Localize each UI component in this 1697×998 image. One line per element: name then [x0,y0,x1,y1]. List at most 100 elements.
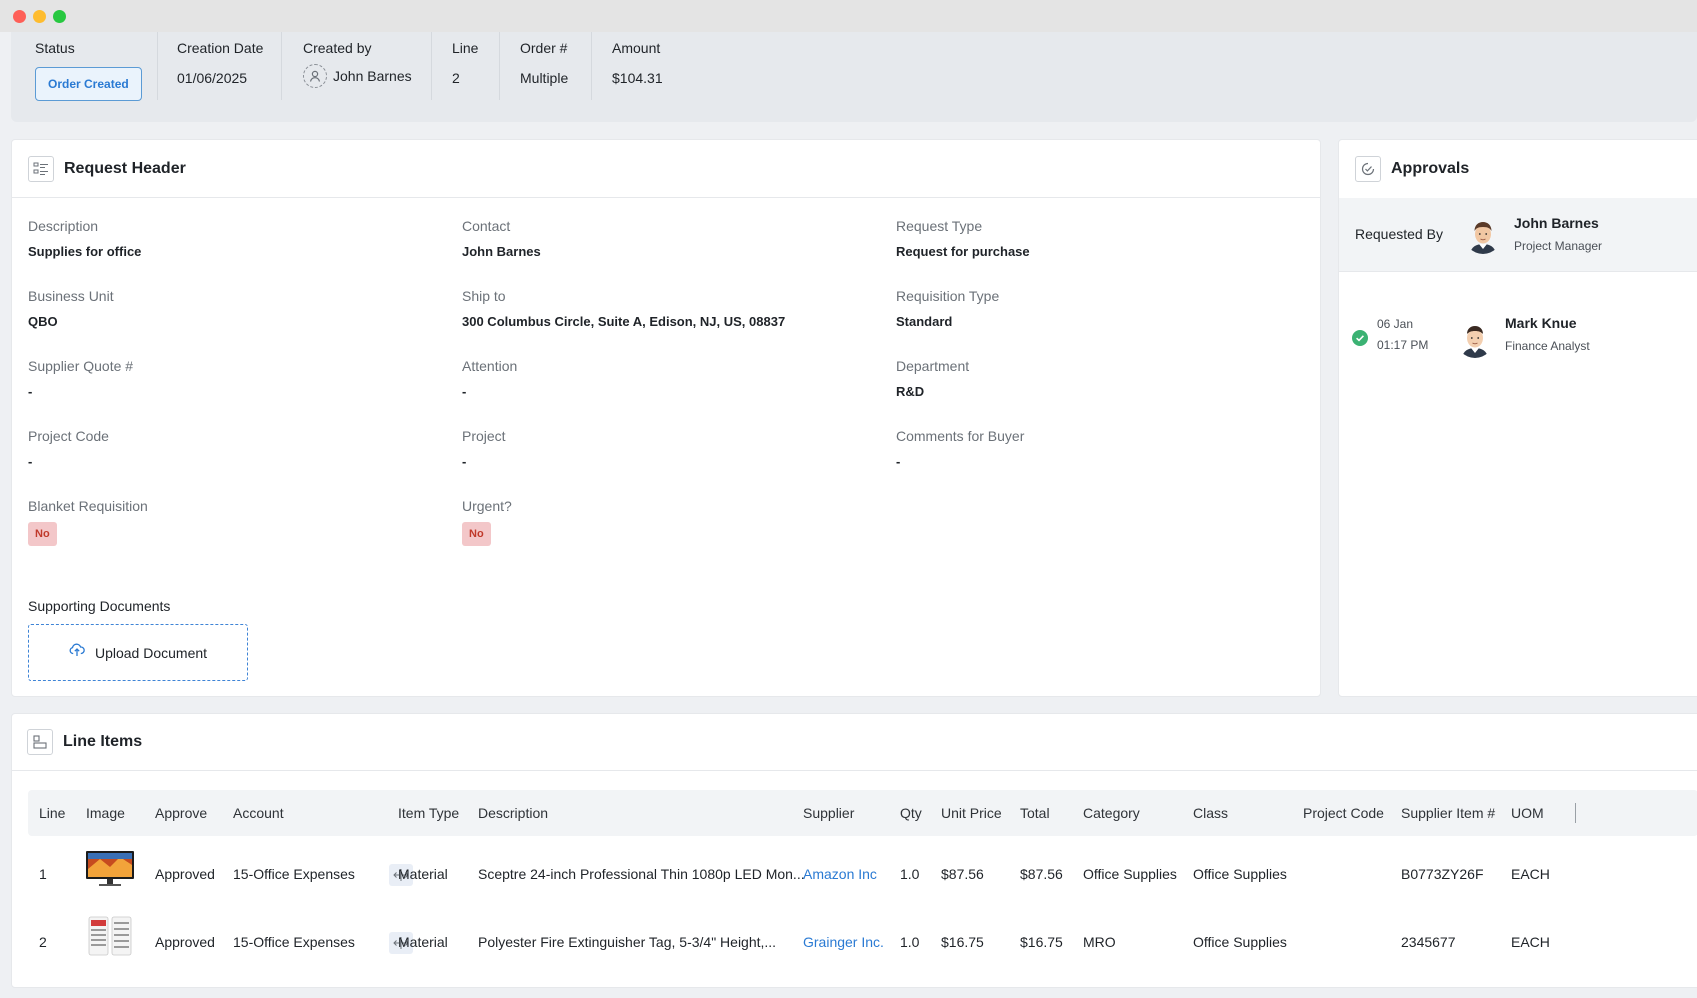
cell-approve: Approved [155,866,215,882]
requester-name: John Barnes [1514,215,1599,231]
project-value: - [462,454,467,469]
description-value: Supplies for office [28,244,142,259]
cell-uom: EACH [1511,866,1550,882]
line-items-table: Line Image Approve Account Item Type Des… [28,790,1697,976]
attention-value: - [462,384,467,399]
created-by-label: Created by [303,40,372,56]
approver-name: Mark Knue [1505,315,1577,331]
col-approve: Approve [155,805,208,821]
cell-unit-price: $16.75 [941,934,984,950]
project-code-label: Project Code [28,428,109,444]
close-window-button[interactable] [13,10,26,23]
cell-account: 15-Office Expenses [233,934,355,950]
comments-buyer-value: - [896,454,901,469]
supplier-quote-value: - [28,384,33,399]
creation-date-label: Creation Date [177,40,264,56]
line-label: Line [452,40,479,56]
cell-item-type: Material [398,866,448,882]
summary-status: Status Order Created [35,32,142,101]
approval-date: 06 Jan [1377,317,1414,331]
product-image-monitor[interactable] [84,849,136,889]
requested-by-label: Requested By [1355,226,1443,242]
col-line: Line [39,805,66,821]
summary-amount: Amount $104.31 [591,32,663,100]
attention-field: Attention - [462,358,517,399]
ship-to-label: Ship to [462,288,506,304]
approver-row: 06 Jan 01:17 PM Mark Knue Finance Analys… [1339,315,1697,375]
request-header-card: Request Header Description Supplies for … [11,139,1321,697]
cell-total: $16.75 [1020,934,1063,950]
col-category: Category [1083,805,1140,821]
col-supplier-item: Supplier Item # [1401,805,1496,821]
requester-avatar [1464,216,1502,254]
project-field: Project - [462,428,506,469]
blanket-requisition-badge: No [28,522,57,546]
column-divider [1575,803,1576,823]
creation-date-value: 01/06/2025 [177,70,248,86]
business-unit-label: Business Unit [28,288,114,304]
description-field: Description Supplies for office [28,218,141,259]
request-type-label: Request Type [896,218,983,234]
department-field: Department R&D [896,358,969,399]
ship-to-field: Ship to 300 Columbus Circle, Suite A, Ed… [462,288,785,329]
upload-document-label: Upload Document [94,644,208,661]
summary-line: Line 2 [431,32,478,100]
summary-creation-date: Creation Date 01/06/2025 [157,32,263,100]
project-code-value: - [28,454,33,469]
amount-label: Amount [612,40,661,56]
product-image-tag[interactable] [86,914,134,958]
cell-class: Office Supplies [1193,866,1287,882]
window-titlebar [0,0,1697,32]
business-unit-value: QBO [28,314,58,329]
amount-value: $104.31 [612,70,663,86]
urgent-label: Urgent? [462,498,512,514]
maximize-window-button[interactable] [53,10,66,23]
cloud-upload-icon [69,643,85,662]
requisition-type-field: Requisition Type Standard [896,288,999,329]
contact-value: John Barnes [462,244,541,259]
table-row[interactable]: 1 Approved 15-Office Expenses Material S… [28,842,1697,909]
approvals-card: Approvals Requested By John Barnes Proje… [1338,139,1697,697]
table-row[interactable]: 2 Approved 15-Office Expenses Material P… [28,909,1697,976]
minimize-window-button[interactable] [33,10,46,23]
supporting-documents-label: Supporting Documents [28,598,171,614]
requisition-type-value: Standard [896,314,953,329]
comments-buyer-field: Comments for Buyer - [896,428,1024,469]
approvals-heading: Approvals [1339,140,1697,199]
cell-approve: Approved [155,934,215,950]
col-description: Description [478,805,549,821]
cell-line: 1 [39,866,47,882]
request-type-value: Request for purchase [896,244,1030,259]
requester-role: Project Manager [1514,239,1603,253]
col-supplier: Supplier [803,805,855,821]
status-badge: Order Created [35,67,142,101]
department-label: Department [896,358,970,374]
blanket-requisition-field: Blanket Requisition No [28,498,148,546]
line-items-title: Line Items [63,733,143,750]
approval-time: 01:17 PM [1377,338,1429,352]
description-label: Description [28,218,99,234]
urgent-badge: No [462,522,491,546]
col-account: Account [233,805,284,821]
request-header-heading: Request Header [12,140,1320,198]
supplier-quote-label: Supplier Quote # [28,358,134,374]
upload-document-button[interactable]: Upload Document [28,624,248,681]
line-items-card: Line Items Line Image Approve Account It… [11,713,1697,988]
col-unit-price: Unit Price [941,805,1002,821]
approver-role: Finance Analyst [1505,339,1590,353]
cell-description: Sceptre 24-inch Professional Thin 1080p … [478,866,805,882]
urgent-field: Urgent? No [462,498,512,546]
col-image: Image [86,805,125,821]
cell-description: Polyester Fire Extinguisher Tag, 5-3/4" … [478,934,777,950]
cell-supplier-link[interactable]: Grainger Inc. [803,934,884,950]
user-icon [303,64,327,88]
approvals-title: Approvals [1391,160,1470,177]
project-label: Project [462,428,506,444]
cell-item-type: Material [398,934,448,950]
col-class: Class [1193,805,1229,821]
col-project-code: Project Code [1303,805,1384,821]
col-qty: Qty [900,805,922,821]
requested-by-row: Requested By John Barnes Project Manager [1339,198,1697,272]
line-value: 2 [452,70,460,86]
cell-supplier-link[interactable]: Amazon Inc [803,866,877,882]
